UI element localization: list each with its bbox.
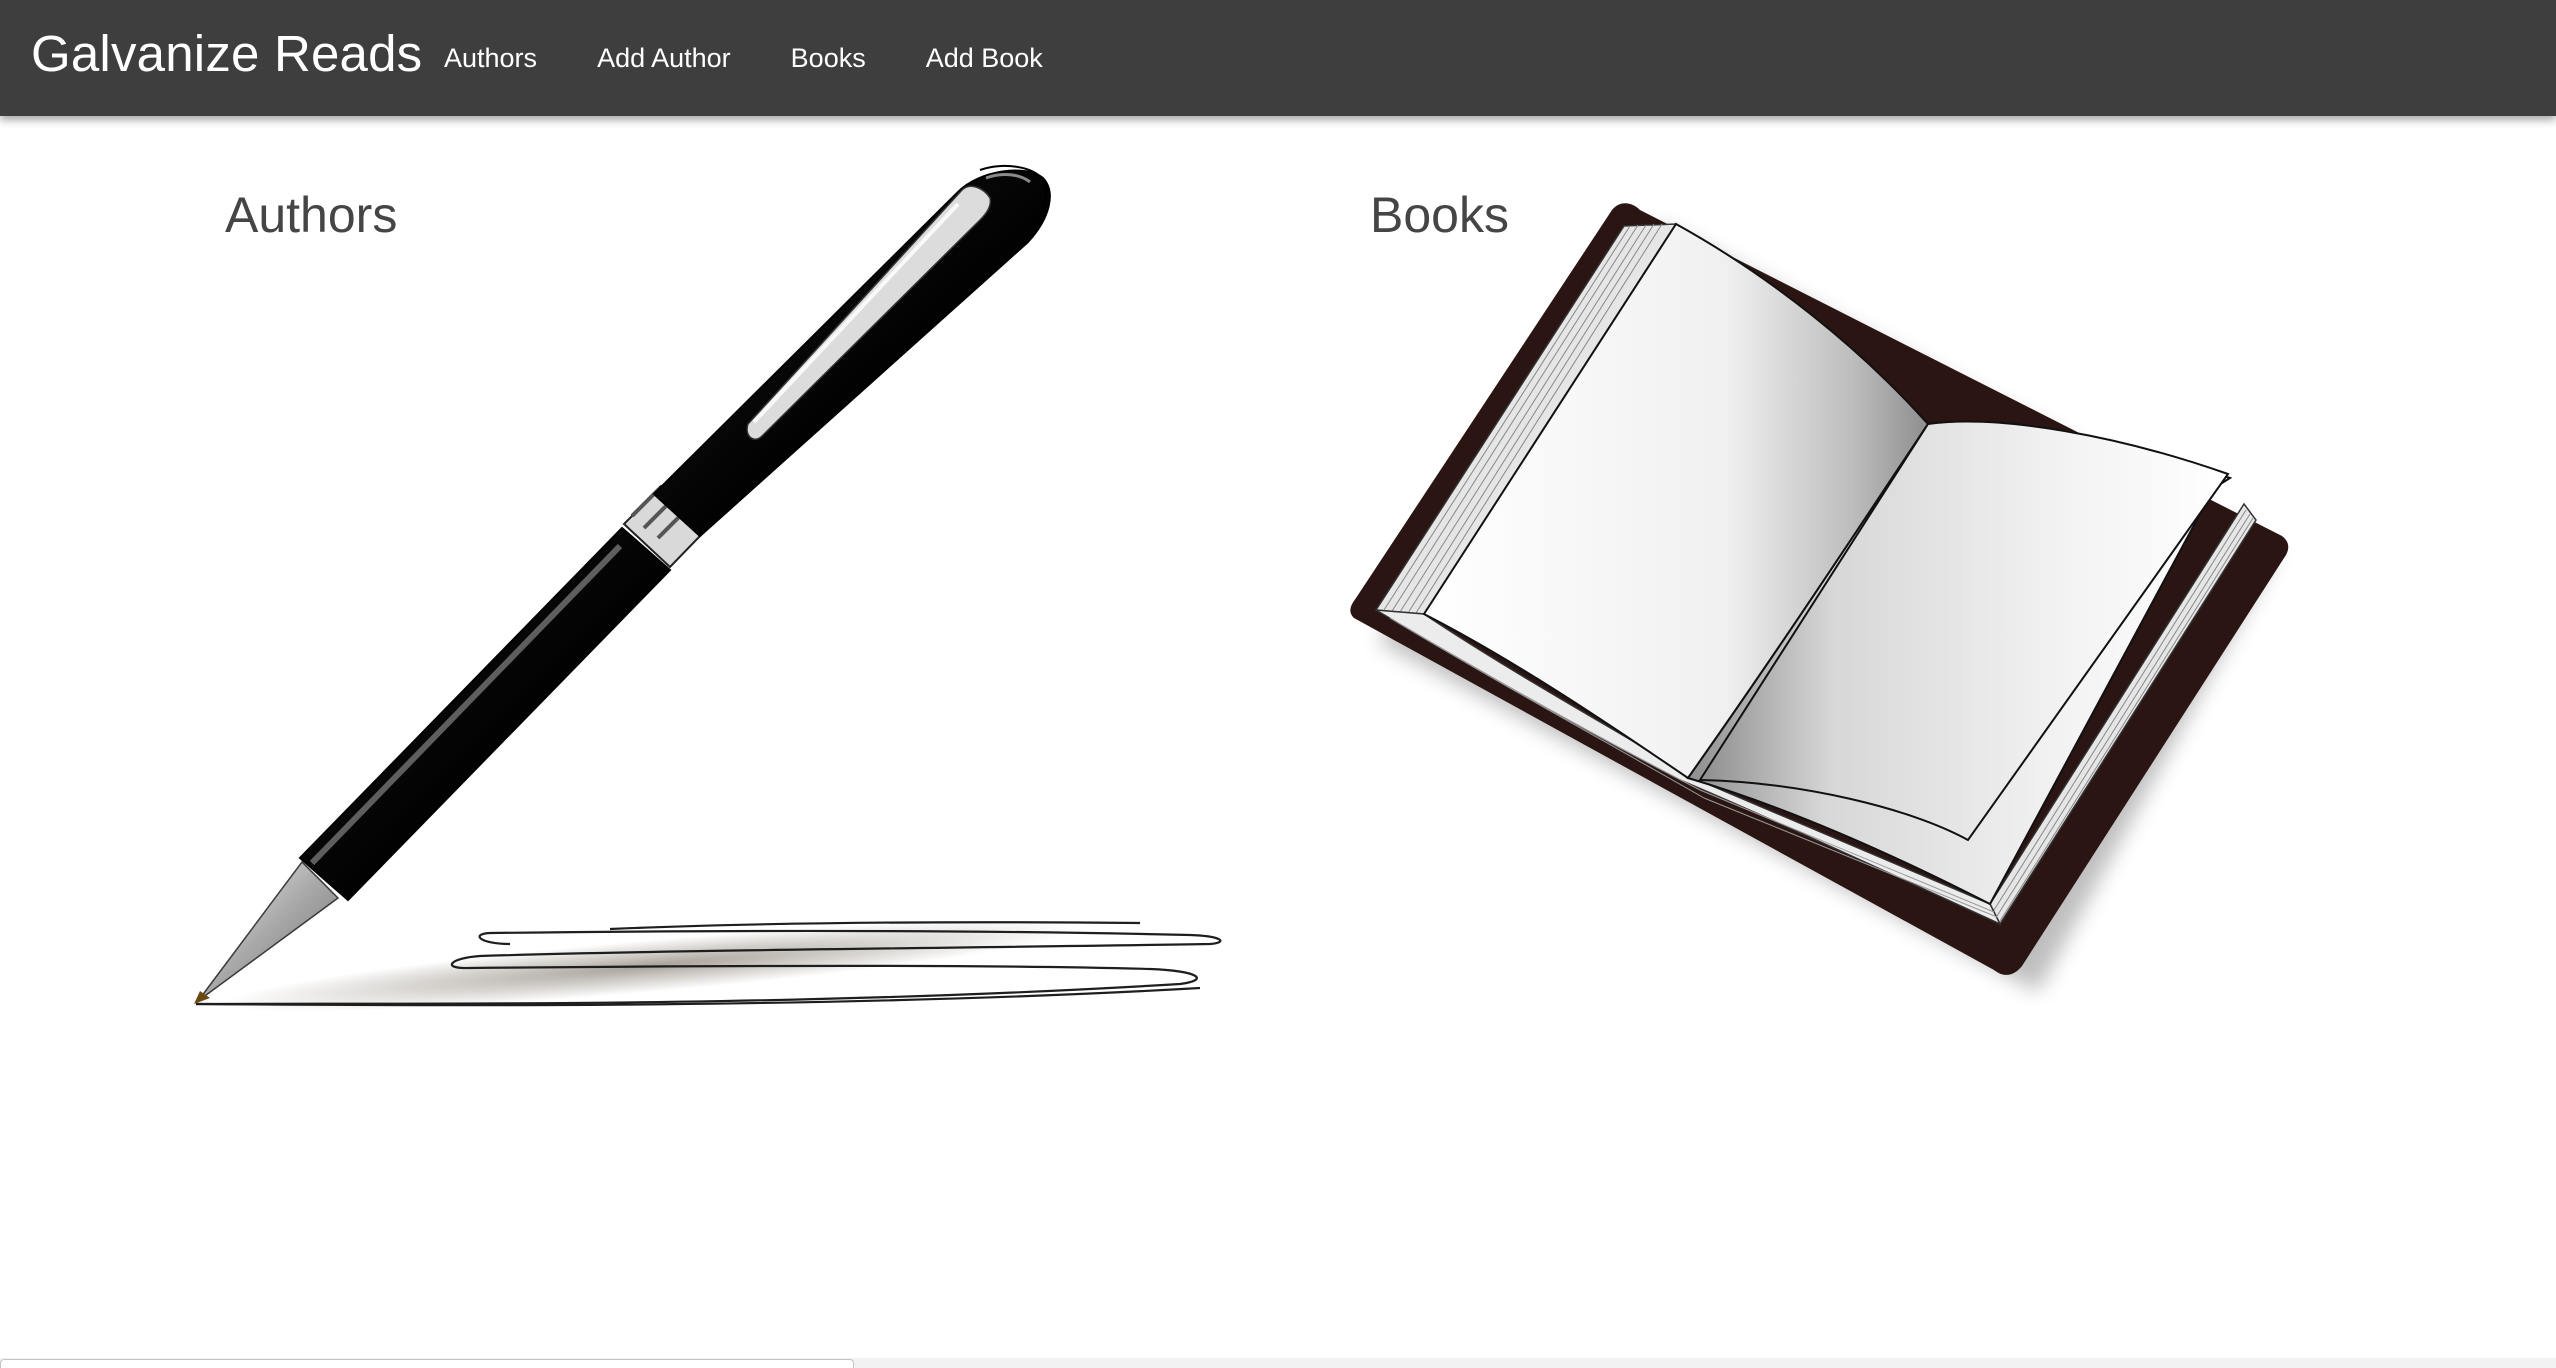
authors-card-title[interactable]: Authors (225, 186, 397, 244)
authors-card[interactable]: Authors (150, 118, 1230, 1038)
horizontal-scrollbar[interactable] (0, 1358, 2556, 1368)
nav-link-books[interactable]: Books (761, 43, 896, 74)
nav-link-authors[interactable]: Authors (414, 43, 567, 74)
nav-link-add-author[interactable]: Add Author (567, 43, 761, 74)
nav-links: Authors Add Author Books Add Book (414, 0, 1073, 116)
books-card-title[interactable]: Books (1370, 186, 1509, 244)
top-navbar: Galvanize Reads Authors Add Author Books… (0, 0, 2556, 116)
brand-link[interactable]: Galvanize Reads (31, 24, 422, 83)
open-book-illustration (1350, 203, 2289, 992)
scrollbar-thumb[interactable] (0, 1359, 854, 1368)
pen-writing-illustration (194, 164, 1222, 1012)
books-card[interactable]: Books (1300, 118, 2380, 1038)
nav-link-add-book[interactable]: Add Book (896, 43, 1073, 74)
